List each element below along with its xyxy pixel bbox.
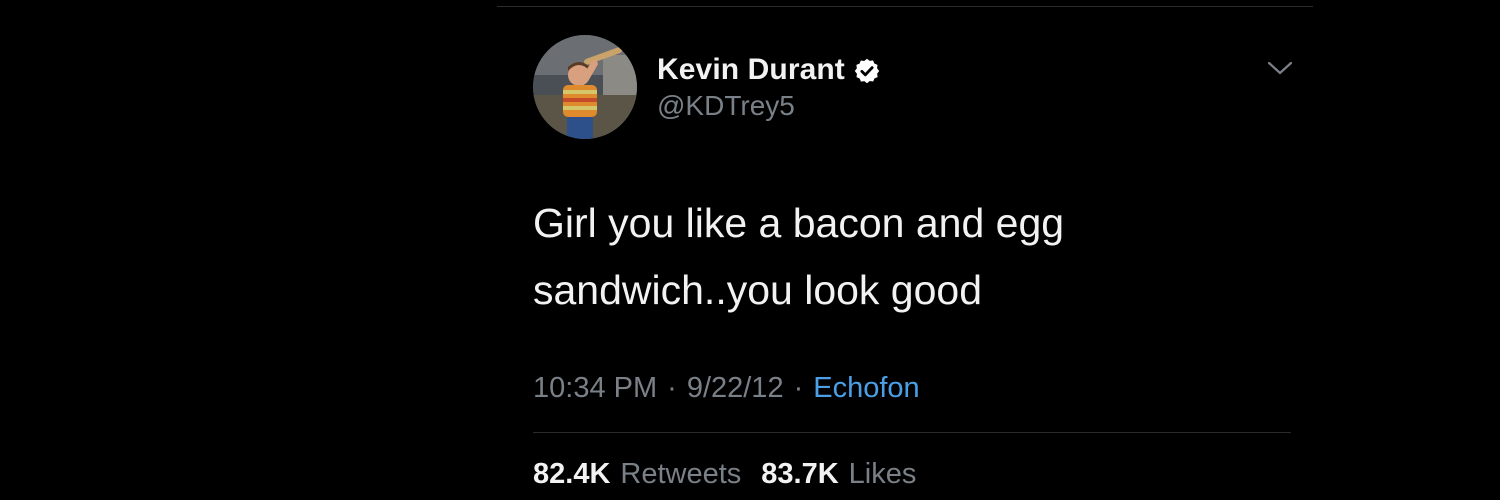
tweet-screen: Kevin Durant @KDTrey5 Girl you like a ba… [0, 0, 1500, 500]
tweet-stats: 82.4K Retweets 83.7K Likes [533, 455, 916, 493]
tweet-date: 9/22/12 [686, 371, 784, 404]
tweet-source-link[interactable]: Echofon [813, 372, 919, 405]
author-display-name[interactable]: Kevin Durant [657, 53, 845, 87]
chevron-down-icon[interactable] [1264, 56, 1296, 80]
retweets-stat[interactable]: 82.4K Retweets [533, 458, 741, 491]
top-divider [497, 6, 1313, 7]
retweets-count: 82.4K [533, 457, 611, 490]
avatar-image [533, 35, 637, 139]
author-name-row[interactable]: Kevin Durant [657, 52, 881, 88]
likes-stat[interactable]: 83.7K Likes [761, 458, 916, 491]
likes-label: Likes [848, 457, 917, 490]
tweet-text-line: sandwich..you look good [533, 267, 983, 313]
avatar[interactable] [533, 35, 637, 139]
tweet-text-line: Girl you like a bacon and egg [533, 200, 1065, 246]
meta-separator: · [793, 371, 804, 404]
likes-count: 83.7K [761, 457, 839, 490]
tweet-meta: 10:34 PM · 9/22/12 · Echofon [533, 368, 920, 408]
tweet-time: 10:34 PM [533, 371, 658, 404]
meta-separator: · [667, 371, 677, 404]
retweets-label: Retweets [620, 457, 742, 490]
stats-divider [533, 432, 1291, 433]
tweet-text: Girl you like a bacon and egg sandwich..… [533, 190, 1253, 324]
author-handle[interactable]: @KDTrey5 [657, 90, 795, 122]
verified-badge-icon [854, 58, 880, 84]
